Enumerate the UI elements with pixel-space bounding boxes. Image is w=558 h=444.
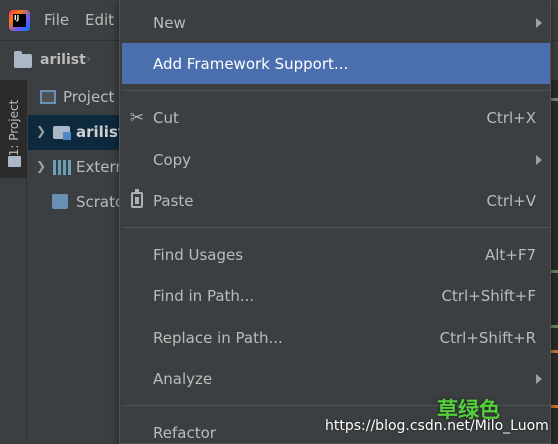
menu-item-copy[interactable]: Copy: [122, 139, 550, 180]
menu-item-label: Find Usages: [153, 246, 244, 264]
menu-separator: [122, 227, 550, 228]
code-fragment: [551, 350, 558, 353]
context-menu: New Add Framework Support... ✂ Cut Ctrl+…: [119, 0, 551, 444]
menu-item-label: Copy: [153, 151, 192, 169]
submenu-arrow-icon: [536, 18, 542, 28]
library-icon: [53, 160, 71, 175]
breadcrumb-chevron-icon: ›: [86, 52, 92, 67]
submenu-arrow-icon: [536, 155, 542, 165]
module-badge-icon: [63, 132, 71, 140]
project-tool-tab-label[interactable]: 1: Project: [7, 100, 21, 157]
menu-item-shortcut: Ctrl+Shift+F: [441, 287, 536, 305]
menu-item-label: Refactor: [153, 424, 216, 442]
code-fragment: [551, 270, 558, 273]
menu-item-new[interactable]: New: [122, 2, 550, 43]
intellij-logo-icon: IJ: [9, 10, 30, 31]
menu-separator: [122, 90, 550, 91]
menu-item-label: Cut: [153, 109, 179, 127]
menu-item-label: Analyze: [153, 370, 213, 388]
menu-item-analyze[interactable]: Analyze: [122, 358, 550, 399]
watermark-url: https://blog.csdn.net/Milo_Luom: [325, 418, 549, 434]
folder-icon: [8, 156, 21, 167]
menu-item-paste[interactable]: Paste Ctrl+V: [122, 180, 550, 221]
submenu-arrow-icon: [536, 374, 542, 384]
menu-item-shortcut: Ctrl+Shift+R: [439, 329, 536, 347]
project-view-icon: [40, 90, 56, 104]
chevron-right-icon[interactable]: ❯: [36, 124, 46, 138]
code-fragment: [551, 405, 558, 408]
project-panel-title: Project: [63, 88, 115, 106]
tree-item-label: Scratc: [76, 193, 124, 211]
breadcrumb-project[interactable]: arilist: [40, 52, 86, 68]
scratch-icon: [52, 194, 68, 209]
menu-item-find-in-path[interactable]: Find in Path... Ctrl+Shift+F: [122, 275, 550, 316]
menu-item-find-usages[interactable]: Find Usages Alt+F7: [122, 234, 550, 275]
tree-item-label: arilist: [76, 123, 126, 141]
menu-item-cut[interactable]: ✂ Cut Ctrl+X: [122, 97, 550, 138]
menu-item-shortcut: Alt+F7: [484, 246, 536, 264]
menu-item-label: Paste: [153, 192, 194, 210]
code-fragment: [551, 325, 558, 328]
scissors-icon: ✂: [129, 108, 145, 128]
menu-item-replace-in-path[interactable]: Replace in Path... Ctrl+Shift+R: [122, 317, 550, 358]
menu-file[interactable]: File: [44, 11, 69, 29]
menu-item-add-framework-support[interactable]: Add Framework Support...: [122, 43, 550, 84]
menu-edit[interactable]: Edit: [85, 11, 114, 29]
menu-item-label: Add Framework Support...: [153, 55, 349, 73]
chevron-right-icon[interactable]: ❯: [36, 159, 46, 173]
menu-item-label: New: [153, 14, 186, 32]
clipboard-paste-icon: [131, 189, 143, 208]
menu-item-label: Replace in Path...: [153, 329, 283, 347]
menu-item-label: Find in Path...: [153, 287, 255, 305]
folder-icon: [14, 51, 32, 68]
menu-item-shortcut: Ctrl+V: [486, 192, 536, 210]
menu-item-shortcut: Ctrl+X: [486, 109, 536, 127]
code-fragment: [551, 98, 558, 101]
tree-item-label: Extern: [76, 158, 125, 176]
